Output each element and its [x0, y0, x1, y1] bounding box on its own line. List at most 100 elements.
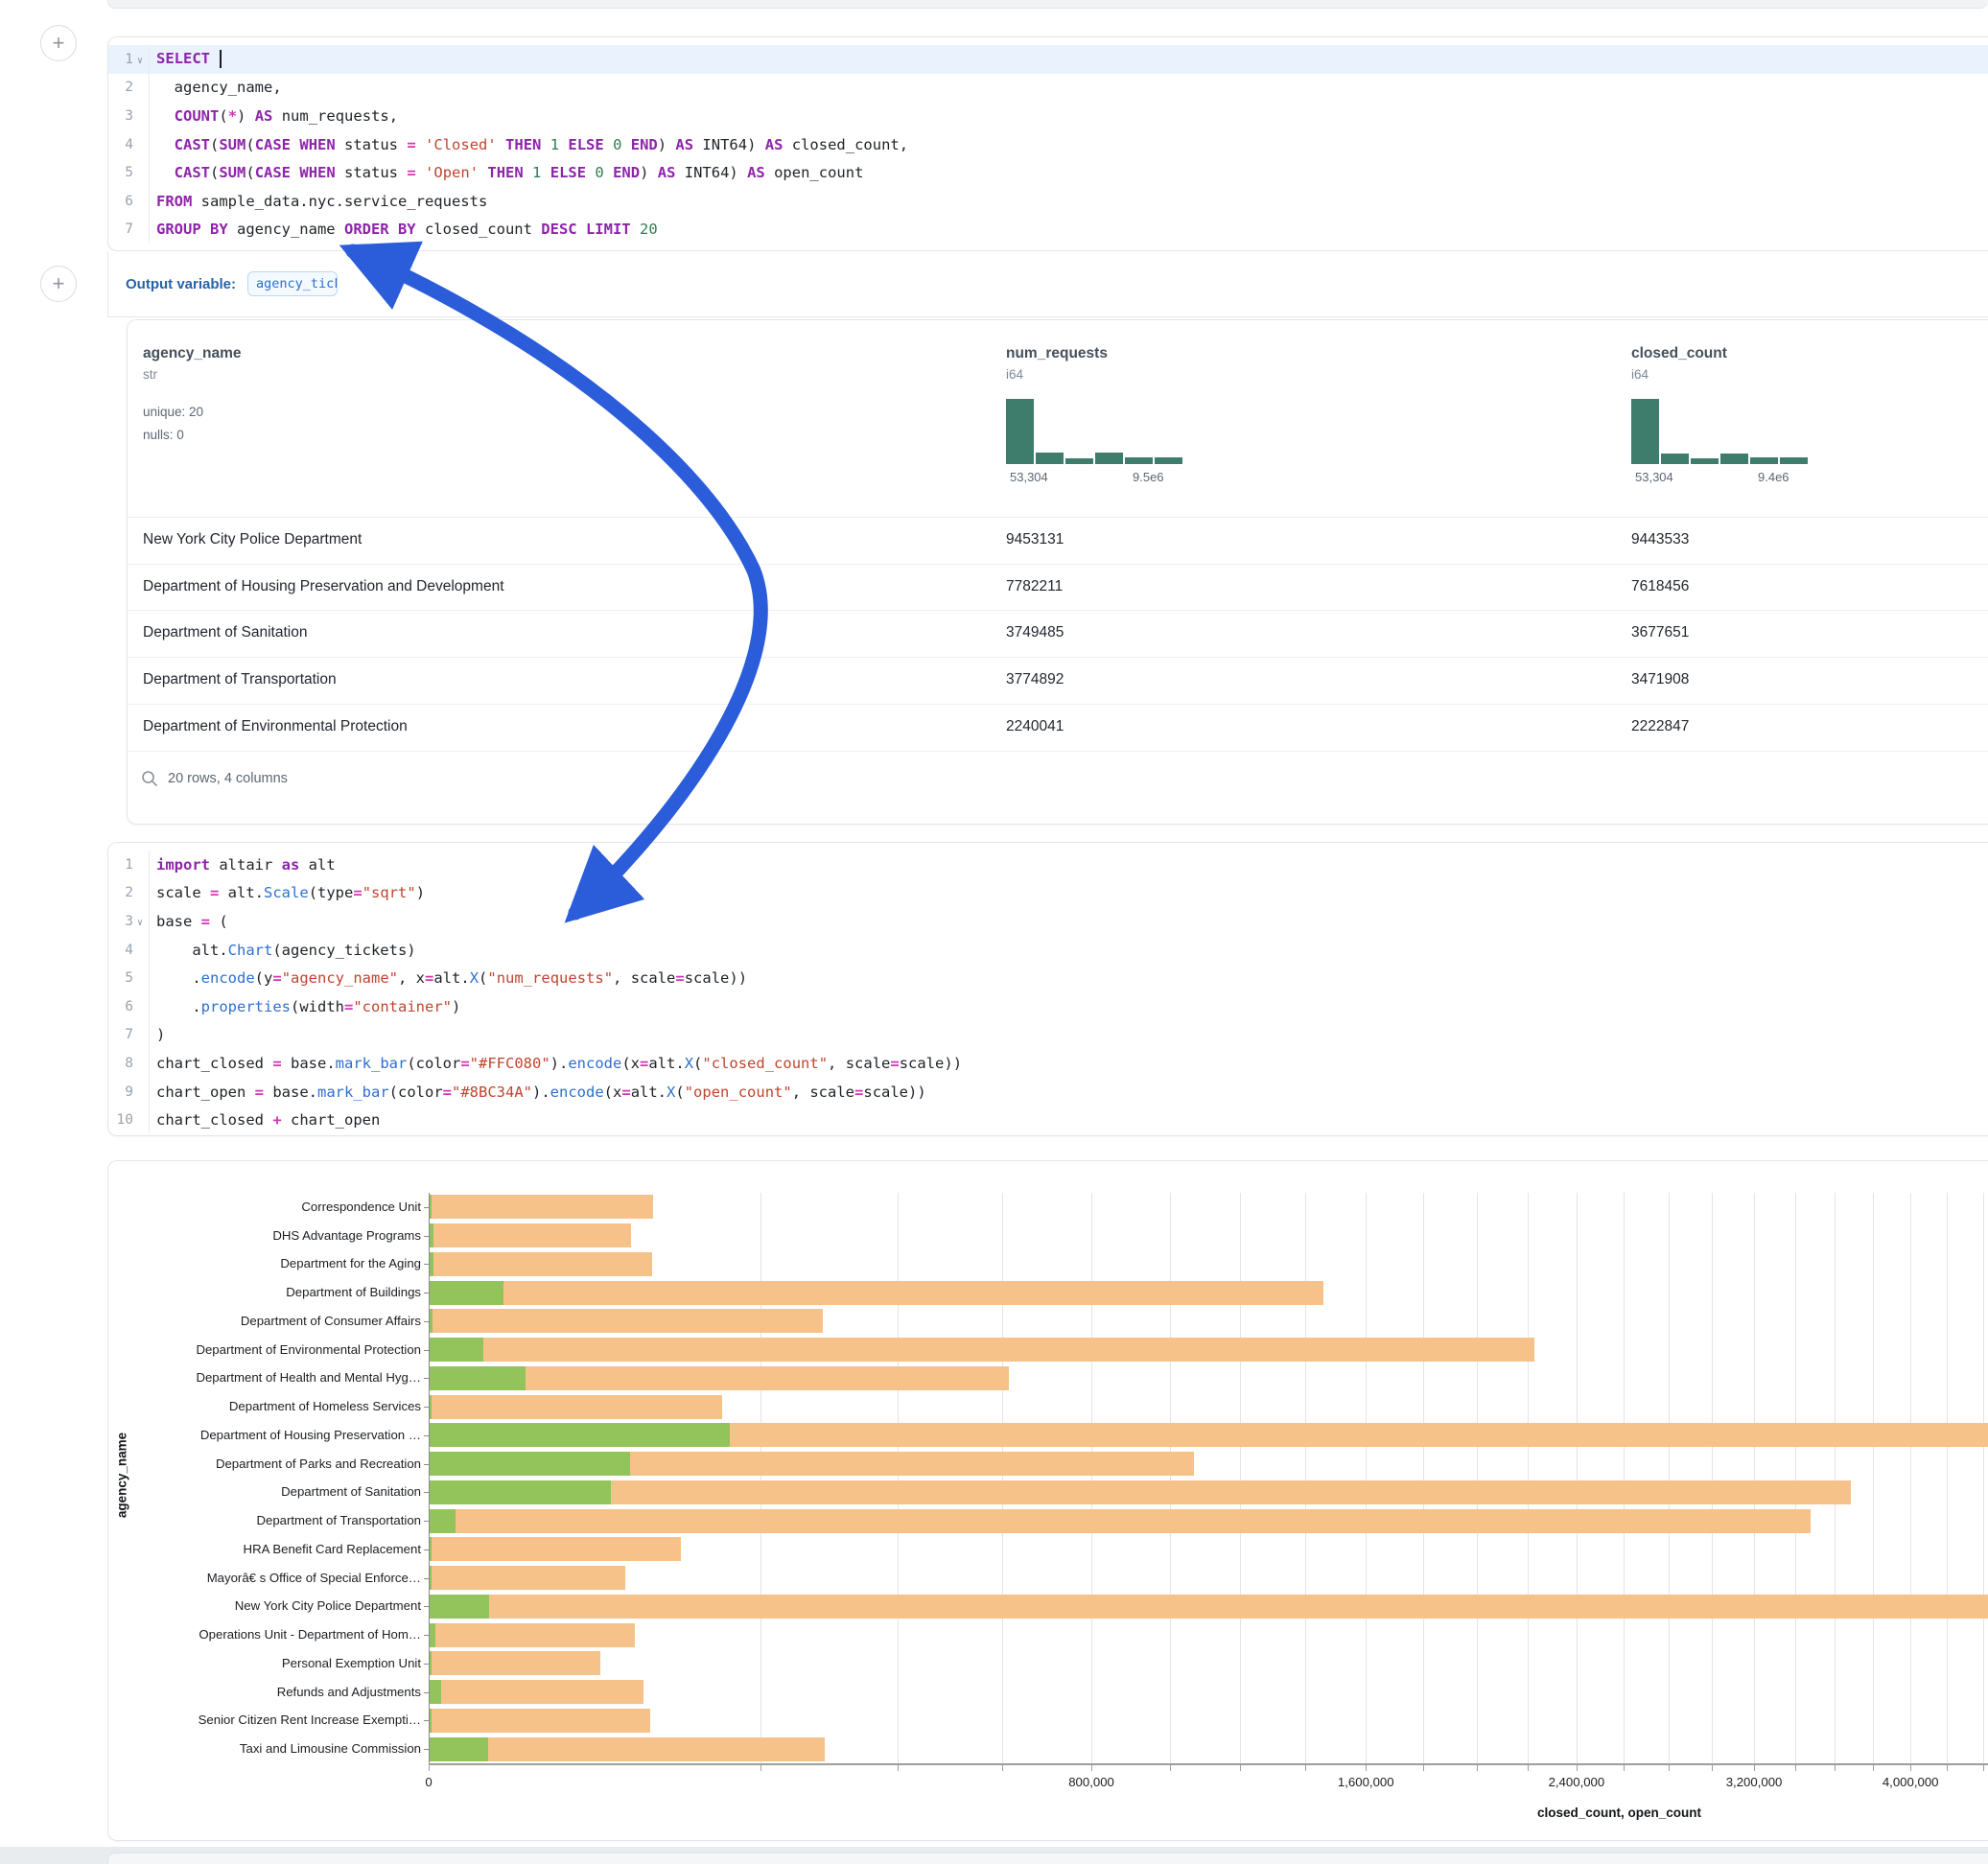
x-axis-tick — [1624, 1765, 1625, 1771]
code-line[interactable]: 7GROUP BY agency_name ORDER BY closed_co… — [108, 216, 1988, 245]
x-axis-tick — [1835, 1765, 1836, 1771]
code-line[interactable]: 3 COUNT(*) AS num_requests, — [108, 102, 1988, 130]
x-axis-tick — [1947, 1765, 1948, 1771]
fold-spacer — [133, 863, 147, 867]
table-cell: 9443533 — [1631, 531, 1689, 548]
table-cell: New York City Police Department — [143, 531, 362, 548]
sql-cell[interactable]: 1∨SELECT 2 agency_name,3 COUNT(*) AS num… — [107, 36, 1988, 251]
open_count-bar — [430, 1651, 432, 1675]
column-header-num-requests[interactable]: num_requests i64 — [1006, 345, 1108, 382]
x-axis-tick — [1795, 1765, 1796, 1771]
fold-spacer — [133, 85, 147, 89]
gridline — [1835, 1193, 1836, 1763]
x-axis-tick-label: 3,200,000 — [1701, 1775, 1807, 1789]
histogram-bar — [1661, 454, 1689, 464]
y-axis-category-label: Department of Buildings — [124, 1285, 421, 1299]
histogram-num-requests: 53,3049.5e6 — [1006, 399, 1184, 483]
code-line[interactable]: 4 CAST(SUM(CASE WHEN status = 'Closed' T… — [108, 130, 1988, 159]
query-results-table: agency_name str unique: 20 nulls: 0 num_… — [127, 319, 1988, 825]
table-row[interactable]: Department of Sanitation37494853677651 — [128, 610, 1988, 657]
fold-spacer — [133, 199, 147, 203]
code-line[interactable]: 6FROM sample_data.nyc.service_requests — [108, 187, 1988, 216]
code-line[interactable]: 8chart_closed = base.mark_bar(color="#FF… — [108, 1049, 1988, 1078]
gridline — [1528, 1193, 1529, 1763]
fold-chevron-icon[interactable]: ∨ — [133, 915, 147, 928]
open_count-bar — [430, 1195, 432, 1219]
code-text: CAST(SUM(CASE WHEN status = 'Closed' THE… — [147, 136, 908, 153]
x-axis-line — [429, 1763, 1988, 1765]
fold-chevron-icon[interactable]: ∨ — [133, 53, 147, 66]
closed_count-bar — [430, 1252, 652, 1276]
open_count-bar — [430, 1423, 730, 1447]
output-variable-pill[interactable]: agency_tickets — [247, 271, 338, 296]
closed_count-bar — [430, 1509, 1811, 1533]
code-line[interactable]: 6 .properties(width="container") — [108, 992, 1988, 1021]
histogram-bar — [1065, 458, 1093, 464]
python-code-editor[interactable]: 1import altair as alt2scale = alt.Scale(… — [108, 850, 1988, 1134]
gridline — [1091, 1193, 1092, 1763]
histogram-max-label: 9.4e6 — [1758, 470, 1789, 484]
line-number: 9 — [108, 1084, 133, 1100]
line-number: 8 — [108, 1056, 133, 1071]
table-row[interactable]: Department of Housing Preservation and D… — [128, 564, 1988, 611]
table-cell: 7782211 — [1006, 578, 1063, 595]
x-axis-tick-label: 2,400,000 — [1524, 1775, 1629, 1789]
fold-spacer — [133, 1118, 147, 1122]
code-line[interactable]: 5 CAST(SUM(CASE WHEN status = 'Open' THE… — [108, 158, 1988, 187]
closed_count-bar — [430, 1680, 643, 1704]
add-cell-button-top[interactable]: + — [40, 25, 77, 61]
histogram-min-label: 53,304 — [1635, 470, 1673, 484]
row-column-count: 20 rows, 4 columns — [168, 771, 288, 786]
line-number: 3 — [108, 914, 133, 929]
table-row[interactable]: Department of Environmental Protection22… — [128, 704, 1988, 751]
y-axis-category-label: Department of Health and Mental Hyg… — [124, 1370, 421, 1385]
code-text: GROUP BY agency_name ORDER BY closed_cou… — [147, 221, 658, 238]
fold-spacer — [133, 1090, 147, 1094]
code-line[interactable]: 4 alt.Chart(agency_tickets) — [108, 936, 1988, 965]
gridline — [1873, 1193, 1874, 1763]
gridline — [1240, 1193, 1241, 1763]
closed_count-bar — [430, 1223, 631, 1247]
code-line[interactable]: 1∨SELECT — [108, 45, 1988, 74]
column-header-closed-count[interactable]: closed_count i64 — [1631, 345, 1727, 382]
line-number: 3 — [108, 108, 133, 124]
gridline — [1712, 1193, 1713, 1763]
closed_count-bar — [430, 1480, 1851, 1504]
y-axis-category-label: Correspondence Unit — [124, 1200, 421, 1214]
line-number: 10 — [108, 1112, 133, 1128]
y-axis-category-label: DHS Advantage Programs — [124, 1228, 421, 1243]
code-line[interactable]: 7) — [108, 1021, 1988, 1050]
code-line[interactable]: 2scale = alt.Scale(type="sqrt") — [108, 879, 1988, 908]
histogram-bar — [1750, 457, 1778, 464]
python-cell[interactable]: 1import altair as alt2scale = alt.Scale(… — [107, 842, 1988, 1136]
code-text: COUNT(*) AS num_requests, — [147, 107, 398, 125]
table-row[interactable]: New York City Police Department945313194… — [128, 517, 1988, 564]
gridline — [1477, 1193, 1478, 1763]
open_count-bar — [430, 1509, 456, 1533]
x-axis-tick — [1240, 1765, 1241, 1771]
sql-code-editor[interactable]: 1∨SELECT 2 agency_name,3 COUNT(*) AS num… — [108, 45, 1988, 244]
fold-spacer — [133, 948, 147, 952]
table-row[interactable]: Department of Transportation377489234719… — [128, 657, 1988, 704]
code-line[interactable]: 2 agency_name, — [108, 74, 1988, 103]
x-axis-tick — [1528, 1765, 1529, 1771]
closed_count-bar — [430, 1595, 1988, 1619]
closed_count-bar — [430, 1623, 635, 1647]
column-header-agency-name[interactable]: agency_name str — [143, 345, 242, 382]
search-icon[interactable] — [141, 770, 158, 787]
code-line[interactable]: 1import altair as alt — [108, 850, 1988, 879]
code-line[interactable]: 3∨base = ( — [108, 907, 1988, 936]
add-cell-button-middle[interactable]: + — [40, 266, 77, 302]
fold-spacer — [133, 1005, 147, 1009]
open_count-bar — [430, 1680, 441, 1704]
table-cell: 2222847 — [1631, 718, 1689, 735]
table-cell: Department of Housing Preservation and D… — [143, 578, 504, 595]
gridline — [1947, 1193, 1948, 1763]
closed_count-bar — [430, 1737, 825, 1761]
x-axis-tick-label: 0 — [376, 1775, 481, 1789]
open_count-bar — [430, 1709, 432, 1733]
histogram-max-label: 9.5e6 — [1133, 470, 1164, 484]
code-line[interactable]: 10chart_closed + chart_open — [108, 1106, 1988, 1134]
code-line[interactable]: 9chart_open = base.mark_bar(color="#8BC3… — [108, 1078, 1988, 1107]
code-line[interactable]: 5 .encode(y="agency_name", x=alt.X("num_… — [108, 964, 1988, 992]
